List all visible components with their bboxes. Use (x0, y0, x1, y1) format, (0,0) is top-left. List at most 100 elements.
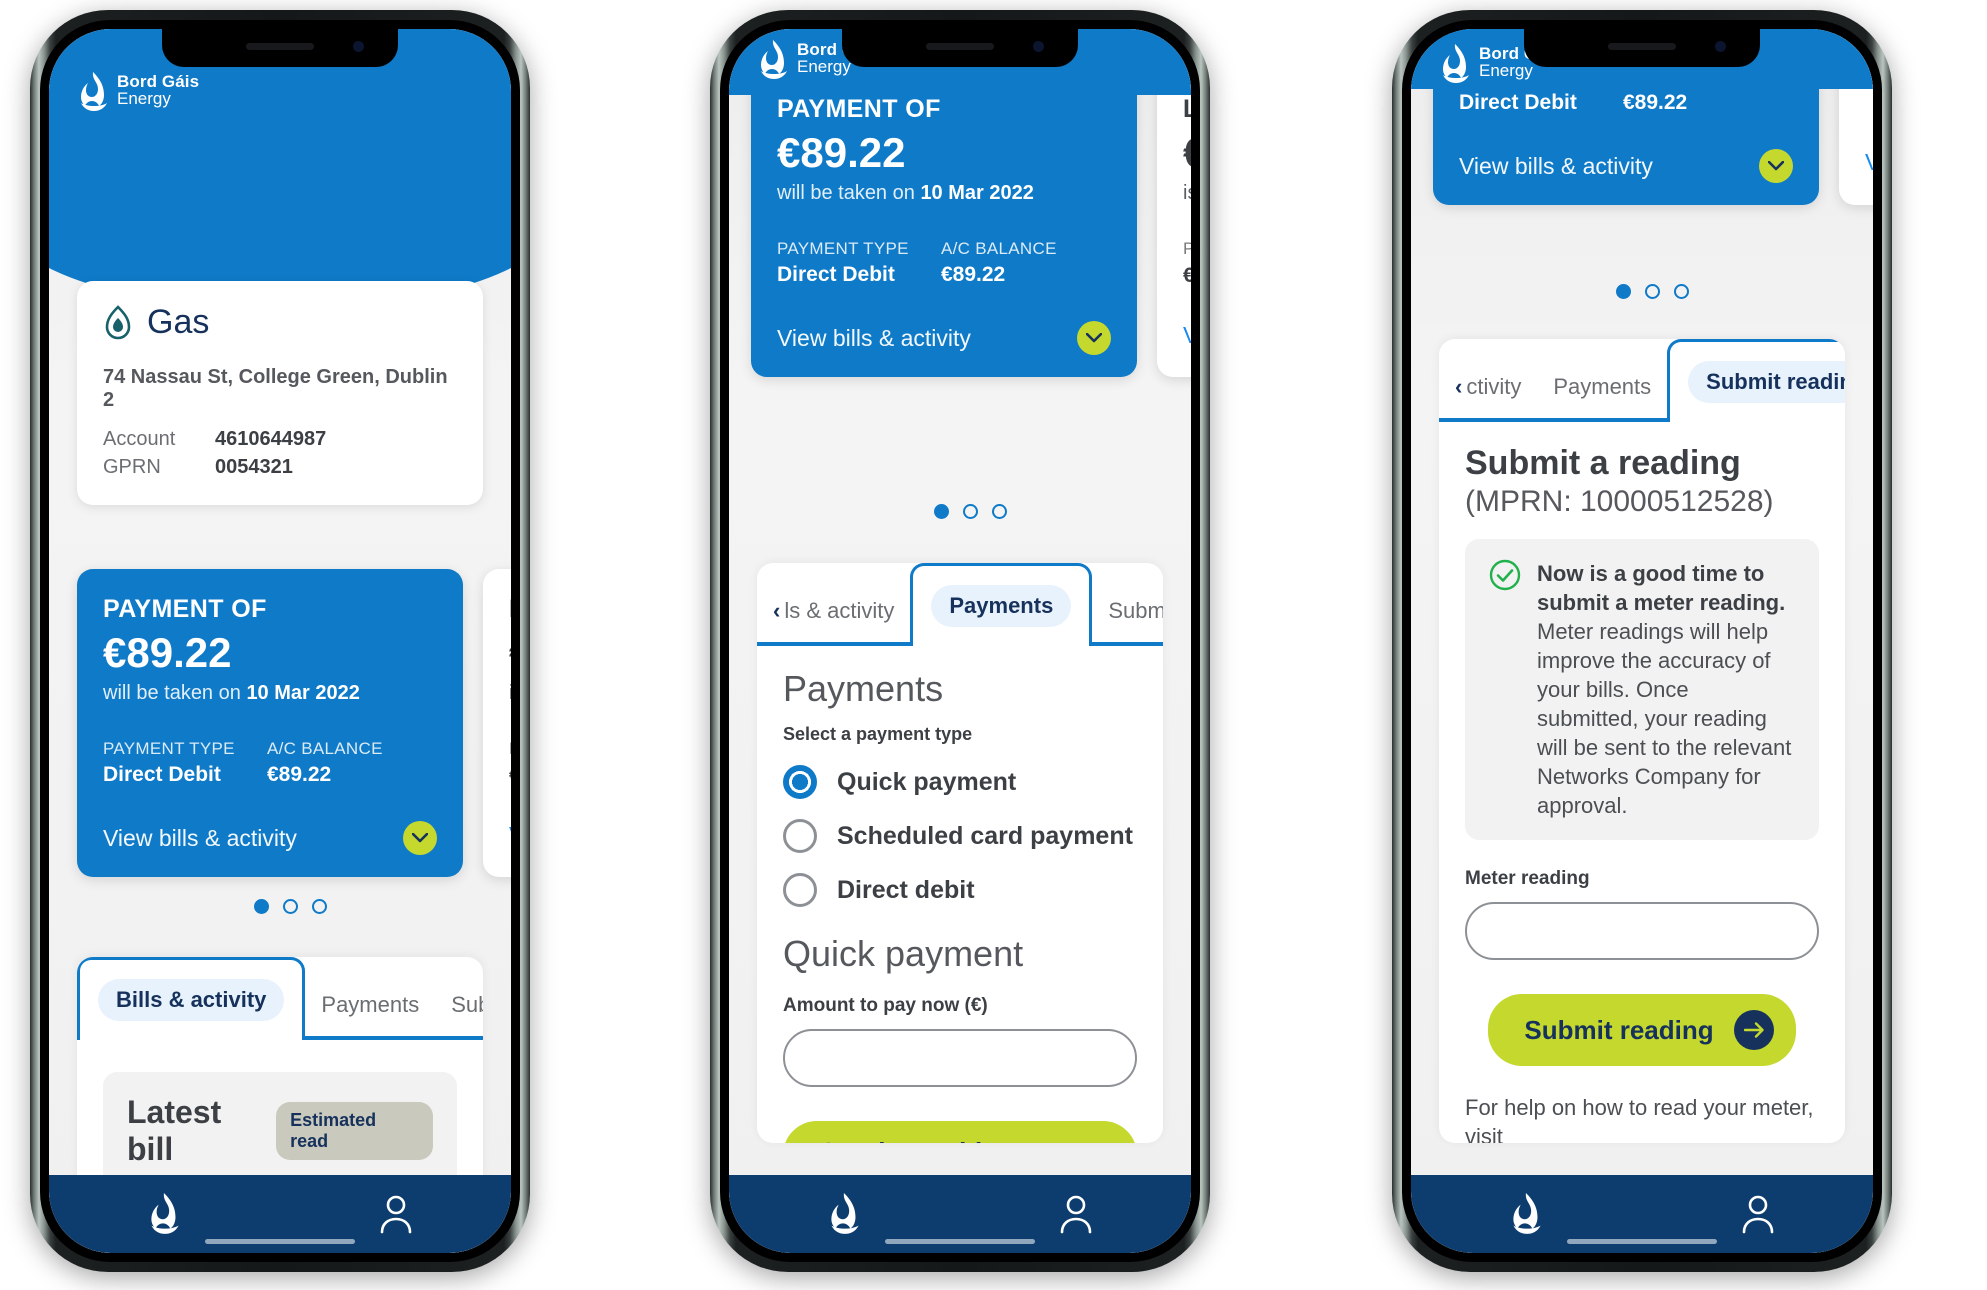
latest-bill-card-heading: LATEST B (509, 595, 511, 624)
carousel-dot-3[interactable] (1674, 284, 1689, 299)
view-bills-activity-label: View bills & activity (777, 324, 971, 351)
continue-with-payment-button[interactable]: Continue with payment (783, 1121, 1137, 1143)
estimated-read-badge: Estimated read (276, 1102, 433, 1160)
carousel-dot-2[interactable] (963, 504, 978, 519)
payment-card[interactable]: PAYMENT OF €89.22 will be taken on 10 Ma… (751, 69, 1137, 377)
gas-flame-icon (105, 304, 131, 339)
view-latest-bill-label: View latest b (1183, 322, 1191, 348)
carousel-dot-1[interactable] (934, 504, 949, 519)
chevron-left-icon[interactable]: ‹ (773, 598, 780, 624)
reading-notice-heading: Now is a good time to submit a meter rea… (1537, 561, 1786, 616)
summary-carousel[interactable]: PAYMENT OF €89.22 will be taken on 10 Ma… (751, 69, 1191, 377)
help-text: For help on how to read your meter, visi… (1465, 1095, 1814, 1143)
tab-bills-activity[interactable]: Bills & activity (77, 957, 306, 1040)
tab-submit-reading-label: Submit reading (1108, 598, 1163, 623)
chevron-down-icon[interactable] (1759, 149, 1793, 183)
view-bills-activity-link[interactable]: View bills & activity (777, 321, 1111, 355)
phone-3: Bord Gáis Energy Direct Debit €89.22 Vie… (1362, 0, 1922, 1290)
radio-scheduled-card-payment-label: Scheduled card payment (837, 821, 1133, 850)
carousel-dot-1[interactable] (1616, 284, 1631, 299)
tab-submit-reading[interactable]: Submit readi › (435, 970, 483, 1036)
tab-bills-activity[interactable]: ‹ ctivity (1439, 352, 1537, 418)
payment-card[interactable]: PAYMENT OF €89.22 will be taken on 10 Ma… (77, 569, 463, 877)
latest-bill-card-amount: €89.22 (509, 632, 511, 674)
flame-icon (1512, 1193, 1541, 1234)
phone-3-screen: Bord Gáis Energy Direct Debit €89.22 Vie… (1411, 29, 1873, 1253)
chevron-down-icon[interactable] (1077, 321, 1111, 355)
brand-name-line2: Energy (117, 89, 171, 109)
carousel-dots[interactable] (254, 899, 327, 914)
front-camera (1715, 41, 1726, 52)
amount-input[interactable] (783, 1029, 1137, 1087)
screenshot-stage: Bord Gáis Energy Back (0, 0, 1987, 1290)
tab-submit-reading-label: Submit reading (1688, 361, 1845, 403)
radio-direct-debit[interactable]: Direct debit (783, 873, 1137, 907)
device-notch (162, 29, 398, 67)
tab-bar[interactable]: ‹ ls & activity Payments Submit reading … (757, 563, 1163, 646)
carousel-dots[interactable] (1616, 284, 1689, 299)
carousel-dot-3[interactable] (992, 504, 1007, 519)
latest-bill-card-heading: LATEST B (1183, 95, 1191, 124)
tab-bills-activity-label: ls & activity (784, 598, 895, 623)
previous-bill-value: €93.14 (509, 764, 511, 788)
tab-bar[interactable]: Bills & activity Payments Submit readi › (77, 957, 483, 1040)
quick-payment-section-title: Quick payment (783, 933, 1024, 974)
radio-direct-debit-icon[interactable] (783, 873, 817, 907)
carousel-dot-3[interactable] (312, 899, 327, 914)
summary-carousel[interactable]: PAYMENT OF €89.22 will be taken on 10 Ma… (77, 569, 511, 877)
tab-bills-activity[interactable]: ‹ ls & activity (757, 576, 910, 642)
latest-bill-card[interactable]: LATEST B €89.22 issued on 24 PREVIOUS BI… (1157, 69, 1191, 377)
previous-bill-value: €999.99 (1183, 263, 1191, 287)
payment-card-sub-prefix: will be taken on (103, 682, 241, 704)
flame-icon (150, 1193, 179, 1234)
view-bills-activity-label: View bills & activity (103, 824, 297, 851)
tab-submit-reading[interactable]: Submit reading › (1092, 576, 1163, 642)
radio-quick-payment[interactable]: Quick payment (783, 765, 1137, 799)
view-latest-bill-link[interactable]: View latest b (1183, 322, 1191, 349)
person-icon (1060, 1195, 1091, 1234)
meter-reading-label: Meter reading (1465, 868, 1590, 890)
chevron-left-icon[interactable]: ‹ (1455, 374, 1462, 400)
radio-quick-payment-icon[interactable] (783, 765, 817, 799)
phone-2-frame: Bord Gáis Energy PAYMENT OF €89.22 will … (710, 10, 1210, 1272)
radio-scheduled-card-payment[interactable]: Scheduled card payment (783, 819, 1137, 853)
payment-card-date: 10 Mar 2022 (246, 682, 360, 704)
previous-bill-label: PREVIOUS BILL (1183, 239, 1191, 258)
meter-reading-input[interactable] (1465, 902, 1819, 961)
tab-submit-reading[interactable]: Submit reading (1667, 339, 1845, 422)
gprn-label: GPRN (103, 456, 161, 478)
device-notch (1524, 29, 1760, 67)
submit-reading-button-label: Submit reading (1524, 1014, 1714, 1045)
front-camera (353, 41, 364, 52)
carousel-dots[interactable] (934, 504, 1007, 519)
payment-type-value: Direct Debit (1459, 91, 1577, 114)
carousel-dot-2[interactable] (283, 899, 298, 914)
submit-reading-button[interactable]: Submit reading (1488, 994, 1796, 1067)
view-latest-bill-link[interactable]: View latest (509, 822, 511, 849)
tab-payments[interactable]: Payments (305, 970, 435, 1036)
phone-1: Bord Gáis Energy Back (0, 0, 560, 1290)
device-notch (842, 29, 1078, 67)
chevron-down-icon[interactable] (403, 821, 437, 855)
tab-bar[interactable]: ‹ ctivity Payments Submit reading (1439, 339, 1845, 422)
payments-title: Payments (783, 668, 944, 709)
payment-type-value: Direct Debit (103, 763, 221, 786)
carousel-dot-2[interactable] (1645, 284, 1660, 299)
phone-1-frame: Bord Gáis Energy Back (30, 10, 530, 1272)
view-bills-activity-link[interactable]: View bills & activity (1459, 149, 1793, 183)
view-latest-bill-label: View latest (509, 822, 511, 849)
account-title: Gas (147, 303, 210, 341)
bord-gais-flame-icon (81, 72, 107, 111)
tab-payments[interactable]: Payments (910, 563, 1093, 646)
person-icon (1742, 1195, 1773, 1234)
gprn-row: GPRN 0054321 (103, 456, 457, 479)
speaker-grill (1608, 43, 1676, 50)
account-address: 74 Nassau St, College Green, Dublin 2 (103, 366, 448, 411)
tab-payments[interactable]: Payments (1537, 352, 1667, 418)
view-latest-bill-link[interactable]: View latest (1865, 149, 1873, 176)
carousel-dot-1[interactable] (254, 899, 269, 914)
previous-bill-label: PREVIOUS BILL (509, 739, 511, 759)
radio-scheduled-card-payment-icon[interactable] (783, 819, 817, 853)
latest-bill-card[interactable]: LATEST B €89.22 issued on 2 PREVIOUS BIL… (483, 569, 511, 877)
view-bills-activity-link[interactable]: View bills & activity (103, 821, 437, 855)
